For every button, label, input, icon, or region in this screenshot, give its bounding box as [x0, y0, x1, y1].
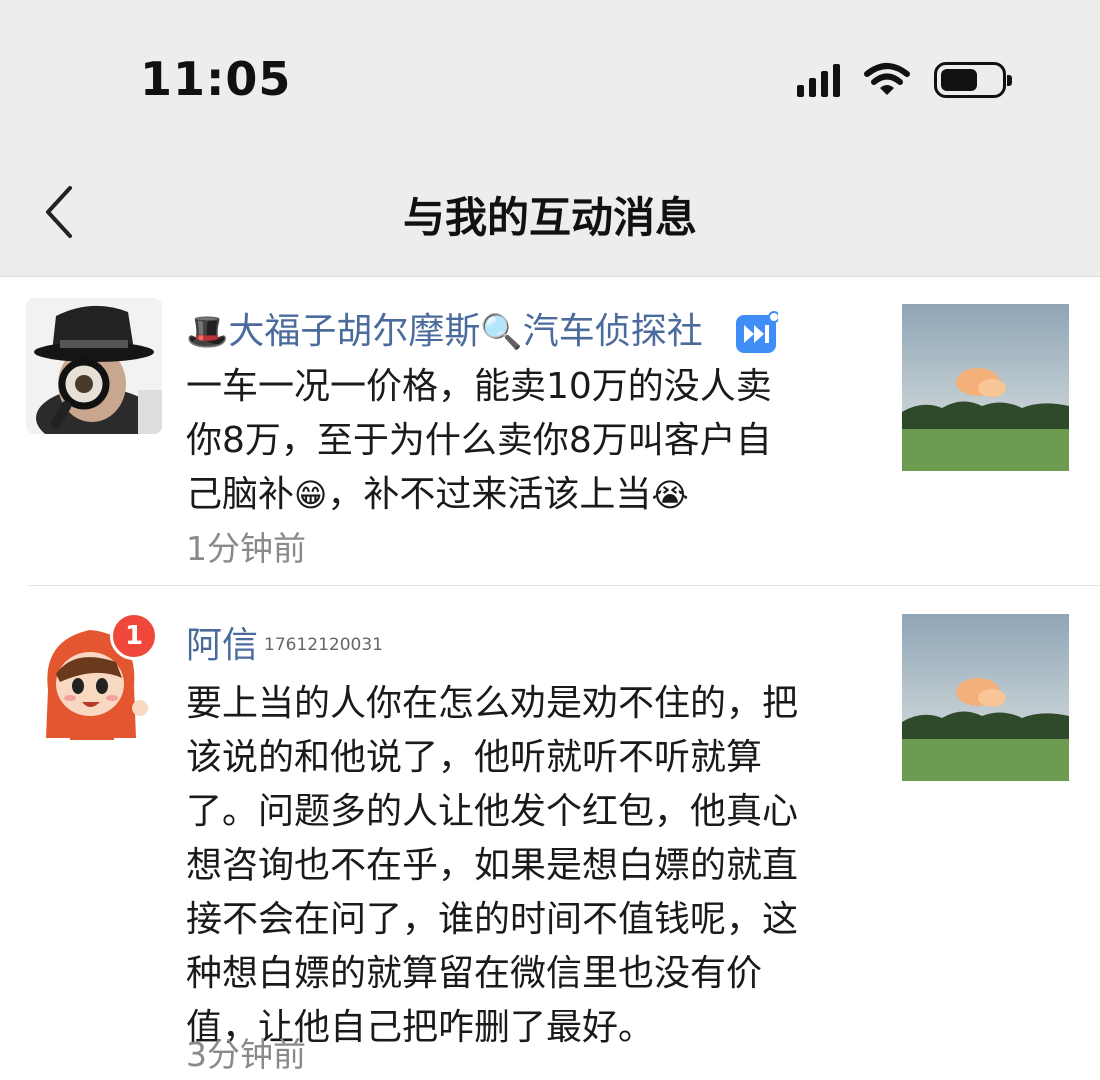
timestamp: 1分钟前	[186, 529, 306, 568]
message-text: 要上当的人你在怎么劝是劝不住的，把 该说的和他说了，他听就听不听就算 了。问题多…	[186, 683, 799, 1048]
unread-badge: 1	[110, 612, 158, 660]
grin-emoji: 😁	[294, 476, 328, 514]
user-id: 17612120031	[264, 635, 383, 656]
crying-emoji: 😭	[651, 476, 689, 514]
detective-avatar[interactable]	[26, 298, 162, 434]
wifi-icon	[864, 63, 910, 95]
divider	[28, 585, 1100, 586]
field-sky-thumbnail[interactable]	[902, 614, 1069, 781]
status-time: 11:05	[140, 52, 292, 106]
header: 11:05 与我的互动消息	[0, 0, 1100, 277]
battery-icon	[934, 62, 1012, 98]
page-title: 与我的互动消息	[402, 193, 697, 242]
field-sky-thumbnail[interactable]	[902, 304, 1069, 471]
message-text: 一车一况一价格，能卖10万的没人卖 你8万，至于为什么卖你8万叫客户自 己脑补😁…	[186, 366, 772, 515]
timestamp: 3分钟前	[186, 1035, 306, 1074]
user-name[interactable]: 阿信 17612120031	[186, 616, 383, 668]
top-hat-emoji: 🎩	[186, 312, 229, 352]
user-name[interactable]: 🎩大福子胡尔摩斯🔍汽车侦探社	[186, 302, 779, 355]
magnifier-emoji: 🔍	[480, 312, 523, 352]
signal-icon	[797, 63, 840, 97]
fast-forward-badge-icon	[736, 311, 779, 353]
status-icons	[797, 60, 1012, 100]
